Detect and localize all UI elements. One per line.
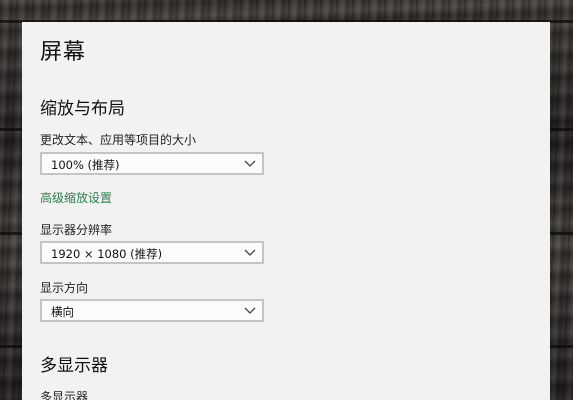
text-size-dropdown[interactable]: 100% (推荐) [40,152,264,175]
orientation-value: 横向 [51,305,74,319]
page-title: 屏幕 [40,40,87,65]
text-size-value: 100% (推荐) [51,158,120,172]
orientation-label: 显示方向 [40,281,89,295]
scale-layout-heading: 缩放与布局 [40,99,125,119]
chevron-down-icon [244,249,256,256]
text-size-label: 更改文本、应用等项目的大小 [40,133,197,147]
resolution-value: 1920 × 1080 (推荐) [51,247,163,261]
advanced-scaling-link[interactable]: 高级缩放设置 [40,189,112,206]
resolution-label: 显示器分辨率 [40,223,113,237]
multi-display-label: 多显示器 [40,390,89,400]
chevron-down-icon [244,307,256,314]
chevron-down-icon [244,160,256,167]
settings-panel: 屏幕 缩放与布局 更改文本、应用等项目的大小 100% (推荐) 高级缩放设置 … [22,22,550,400]
orientation-dropdown[interactable]: 横向 [40,299,264,322]
multi-display-heading: 多显示器 [40,356,108,376]
resolution-dropdown[interactable]: 1920 × 1080 (推荐) [40,241,264,264]
